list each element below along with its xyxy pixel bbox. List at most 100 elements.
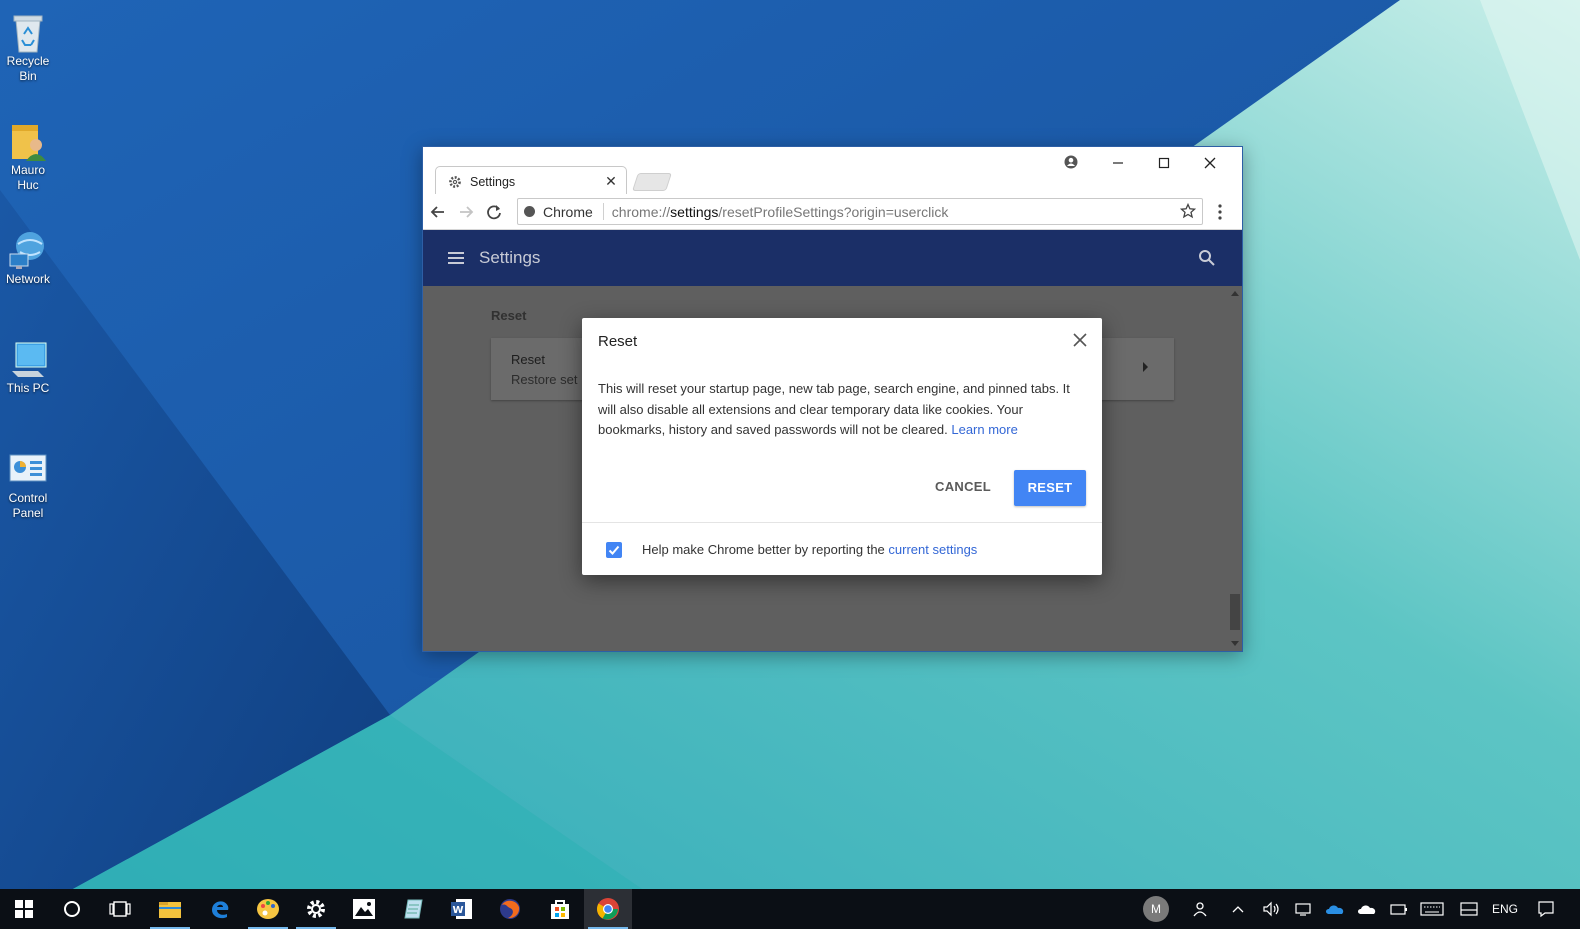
bookmark-star-icon[interactable] (1180, 203, 1196, 219)
store-button[interactable] (536, 889, 584, 929)
desktop-icon-label: This PC (6, 381, 50, 395)
section-label: Reset (491, 308, 527, 323)
avatar: M (1143, 896, 1169, 922)
cortana-button[interactable] (48, 889, 96, 929)
people-icon[interactable] (1188, 889, 1212, 929)
paint-icon (257, 899, 279, 919)
learn-more-link[interactable]: Learn more (951, 422, 1017, 437)
reset-button[interactable]: RESET (1014, 470, 1086, 506)
action-center-icon[interactable] (1534, 889, 1558, 929)
onedrive-icon[interactable] (1324, 889, 1346, 929)
scroll-up-icon[interactable] (1231, 290, 1239, 296)
report-settings-label: Help make Chrome better by reporting the… (642, 542, 978, 557)
menu-dots-icon[interactable] (1209, 201, 1231, 223)
site-chip-label: Chrome (543, 203, 593, 220)
start-icon (15, 900, 33, 918)
scroll-thumb[interactable] (1230, 594, 1240, 630)
profile-icon[interactable] (1057, 153, 1085, 177)
this-pc-icon (8, 337, 48, 377)
desktop-icon-label: Network (5, 272, 50, 286)
title-bar[interactable]: Settings ✕ (423, 147, 1242, 195)
chrome-icon (524, 206, 535, 217)
desktop-icon-label: Panel (12, 506, 44, 520)
tab-settings[interactable]: Settings ✕ (435, 166, 627, 195)
back-arrow-icon[interactable] (427, 201, 449, 223)
start-button[interactable] (0, 889, 48, 929)
keyboard-icon[interactable] (1418, 889, 1446, 929)
desktop-icon-control-panel[interactable]: Control Panel (0, 441, 56, 521)
svg-text:W: W (452, 905, 463, 916)
minimize-icon[interactable] (1104, 153, 1132, 177)
dialog-title: Reset (598, 333, 638, 350)
display-icon[interactable] (1458, 889, 1480, 929)
photos-icon (353, 899, 375, 919)
desktop-icon-label: Bin (19, 69, 37, 83)
forward-arrow-icon[interactable] (455, 201, 477, 223)
language-indicator[interactable]: ENG (1490, 889, 1520, 929)
user-folder-icon (8, 119, 48, 161)
task-view-button[interactable] (96, 889, 144, 929)
checkmark-icon (608, 545, 620, 555)
current-settings-link[interactable]: current settings (888, 542, 977, 557)
desktop-icon-label: Huc (17, 178, 39, 192)
hamburger-menu-icon[interactable] (447, 250, 465, 266)
desktop-icon-label: Mauro (10, 163, 45, 177)
scroll-down-icon[interactable] (1231, 641, 1239, 647)
close-icon[interactable] (1070, 330, 1090, 350)
user-avatar[interactable]: M (1140, 889, 1172, 929)
chevron-right-icon (1143, 362, 1148, 372)
settings-icon (307, 900, 325, 918)
scrollbar[interactable] (1230, 286, 1240, 651)
url-text: chrome://settings/resetProfileSettings?o… (611, 203, 949, 220)
desktop-icon-network[interactable]: Network (0, 222, 56, 287)
network-tray-icon[interactable] (1292, 889, 1314, 929)
desktop-icon-this-pc[interactable]: This PC (0, 331, 56, 396)
tab-close-icon[interactable]: ✕ (604, 173, 618, 190)
desktop-icon-user-folder[interactable]: Mauro Huc (0, 113, 56, 193)
word-button[interactable]: W (438, 889, 486, 929)
new-tab-button[interactable] (632, 173, 672, 191)
report-settings-checkbox[interactable] (606, 542, 622, 558)
settings-header: Settings (423, 230, 1242, 286)
network-icon (8, 228, 48, 269)
desktop-icon-recycle-bin[interactable]: Recycle Bin (0, 4, 56, 84)
control-panel-icon (8, 447, 48, 487)
tab-title: Settings (470, 174, 516, 189)
store-icon (551, 900, 569, 919)
site-info-chip[interactable]: Chrome (518, 203, 604, 220)
card-title: Reset (511, 352, 545, 367)
dialog-message: This will reset your startup page, new t… (598, 381, 1070, 437)
file-explorer-button[interactable] (146, 889, 194, 929)
volume-icon[interactable] (1260, 889, 1282, 929)
maximize-icon[interactable] (1150, 153, 1178, 177)
word-icon: W (451, 899, 472, 919)
paint-button[interactable] (244, 889, 292, 929)
card-subtitle: Restore set (511, 372, 578, 387)
settings-title: Settings (479, 248, 541, 267)
reload-icon[interactable] (483, 201, 505, 223)
file-explorer-icon (159, 902, 181, 918)
gear-icon (449, 175, 461, 188)
notepad-button[interactable] (390, 889, 438, 929)
cortana-icon (64, 901, 80, 917)
recycle-bin-icon (8, 10, 48, 53)
chevron-up-icon[interactable] (1228, 889, 1248, 929)
onedrive-personal-icon[interactable] (1356, 889, 1378, 929)
taskbar: W M ENG (0, 889, 1580, 929)
notepad-icon (404, 899, 423, 919)
dialog-footer: Help make Chrome better by reporting the… (582, 522, 1102, 575)
photos-button[interactable] (340, 889, 388, 929)
close-window-icon[interactable] (1196, 153, 1224, 177)
desktop-icon-label: Recycle (6, 54, 50, 68)
search-icon[interactable] (1198, 249, 1216, 267)
settings-app-button[interactable] (292, 889, 340, 929)
battery-icon[interactable] (1388, 889, 1410, 929)
chrome-taskbar-button[interactable] (584, 889, 632, 929)
reset-dialog: Reset This will reset your startup page,… (582, 318, 1102, 575)
address-bar[interactable]: Chrome chrome://settings/resetProfileSet… (517, 198, 1203, 225)
desktop-icon-label: Control (8, 491, 48, 505)
firefox-button[interactable] (486, 889, 534, 929)
cancel-button[interactable]: CANCEL (928, 470, 998, 504)
task-view-icon (109, 901, 131, 917)
edge-button[interactable] (196, 889, 244, 929)
